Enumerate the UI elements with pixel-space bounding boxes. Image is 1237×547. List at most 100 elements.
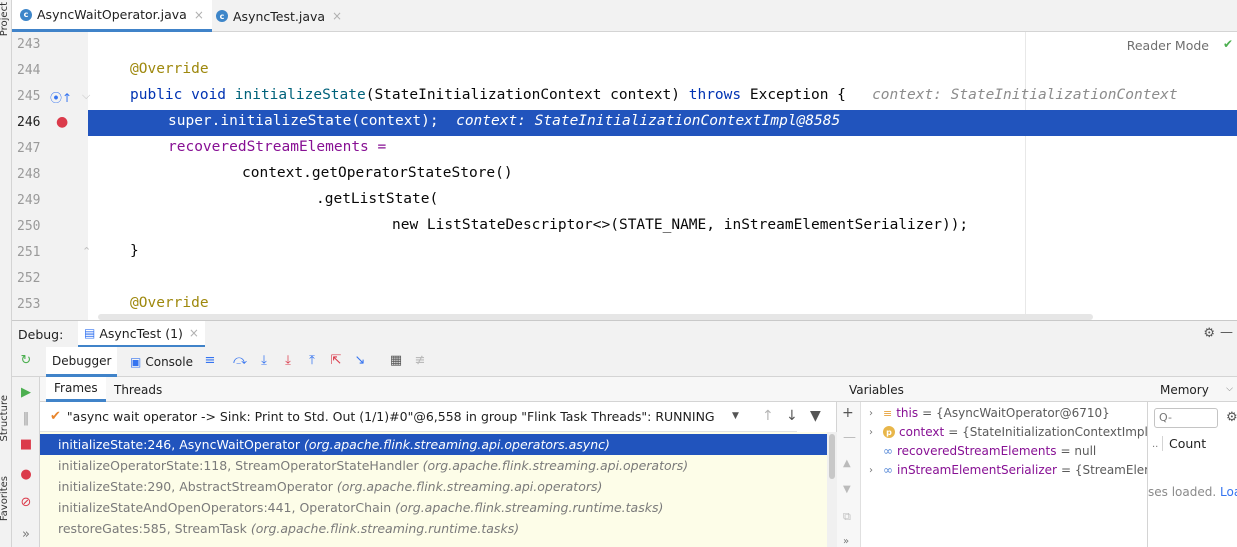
line-number: 246 xyxy=(17,115,41,130)
frames-scrollbar[interactable] xyxy=(827,432,837,547)
remove-watch-icon[interactable]: — xyxy=(843,430,856,445)
trace-icon[interactable]: ≢ xyxy=(412,353,428,369)
line-number: 249 xyxy=(17,193,41,208)
frame-item[interactable]: initializeOperatorState:118, StreamOpera… xyxy=(40,455,827,476)
filter-icon[interactable]: ▼ xyxy=(810,408,821,424)
tab-threads[interactable]: Threads xyxy=(106,377,170,402)
frame-item[interactable]: restoreGates:585, StreamTask (org.apache… xyxy=(40,518,827,539)
tab-console[interactable]: ▣ Console xyxy=(124,347,199,377)
copy-icon[interactable]: ⧉ xyxy=(843,510,851,524)
tab-label: Debugger xyxy=(52,353,112,368)
move-down-icon[interactable]: ▼ xyxy=(843,484,851,495)
tab-asynctest[interactable]: c AsyncTest.java × xyxy=(208,0,350,32)
chevron-down-icon[interactable]: ⌵ xyxy=(1226,384,1233,394)
arrow-down-icon[interactable]: ↓ xyxy=(786,408,798,424)
code-editor[interactable]: 243 244 @Override 245 ⦿↑ ⌵ public void i… xyxy=(12,32,1237,320)
variables-actions: + — ▲ ▼ ⧉ » xyxy=(837,402,861,547)
chevron-right-icon[interactable]: › xyxy=(869,408,879,419)
left-tool-strip: Project Structure Favorites xyxy=(0,0,12,547)
code-text: .getListState( xyxy=(316,191,439,207)
close-icon[interactable]: × xyxy=(189,326,199,340)
code-line: 251 ⌃ } xyxy=(12,240,1237,266)
console-icon: ▣ xyxy=(130,355,142,369)
frames-list: initializeState:246, AsyncWaitOperator (… xyxy=(40,432,827,547)
tab-frames[interactable]: Frames xyxy=(46,377,106,402)
load-classes-link[interactable]: Loa xyxy=(1220,485,1237,499)
frame-item[interactable]: initializeState:290, AbstractStreamOpera… xyxy=(40,476,827,497)
rerun-icon[interactable]: ↻ xyxy=(18,353,34,369)
memory-search-input[interactable]: Q- xyxy=(1154,408,1218,428)
run-to-cursor-icon[interactable]: ↘ xyxy=(352,353,368,369)
code-text: new ListStateDescriptor<>(STATE_NAME, in… xyxy=(392,217,969,233)
code-line: 247 recoveredStreamElements = xyxy=(12,136,1237,162)
variable-row[interactable]: › p context = {StateInitializationContex… xyxy=(869,423,1147,441)
gear-icon[interactable]: ⚙ xyxy=(1226,410,1237,425)
breakpoint-icon[interactable]: ● xyxy=(56,114,68,130)
evaluate-expression-icon[interactable]: ▦ xyxy=(388,353,404,369)
scroll-thumb[interactable] xyxy=(829,434,835,479)
stop-icon[interactable]: ■ xyxy=(18,437,34,453)
tab-debugger[interactable]: Debugger xyxy=(46,347,118,377)
reader-mode-button[interactable]: Reader Mode xyxy=(1127,38,1209,53)
view-breakpoints-icon[interactable]: ● xyxy=(18,467,34,483)
gear-icon[interactable]: ⚙ xyxy=(1203,326,1215,341)
check-icon: ✔ xyxy=(50,409,61,424)
code-text: @Override xyxy=(130,295,209,311)
chevron-right-icon[interactable]: › xyxy=(869,427,879,438)
line-number: 251 xyxy=(17,245,41,260)
drop-frame-icon[interactable]: ⇱ xyxy=(328,353,344,369)
add-watch-icon[interactable]: + xyxy=(842,405,854,421)
tab-label: Threads xyxy=(114,382,163,397)
code-text: super.initializeState(context); context:… xyxy=(168,113,841,129)
tab-label: AsyncWaitOperator.java xyxy=(37,7,187,22)
step-out-icon[interactable]: ⤒ xyxy=(304,353,320,369)
chevron-right-icon[interactable]: › xyxy=(869,465,879,476)
debug-session-tab[interactable]: ▤ AsyncTest (1) × xyxy=(78,321,205,348)
fold-icon[interactable]: ⌃ xyxy=(82,245,91,258)
step-into-icon[interactable]: ⤓ xyxy=(280,353,296,369)
session-label: AsyncTest (1) xyxy=(99,325,183,341)
code-text: public void initializeState(StateInitial… xyxy=(130,87,1178,103)
move-up-icon[interactable]: ▲ xyxy=(843,458,851,469)
more-icon[interactable]: » xyxy=(843,536,849,547)
tab-asyncwaitoperator[interactable]: c AsyncWaitOperator.java × xyxy=(12,0,212,32)
resume-icon[interactable]: ▶ xyxy=(18,385,34,401)
count-column-header[interactable]: Count xyxy=(1162,436,1206,451)
variable-row[interactable]: › ≡ this = {AsyncWaitOperator@6710} xyxy=(869,404,1110,422)
minimize-icon[interactable]: — xyxy=(1220,325,1233,340)
frames-tab-bar: Frames Threads xyxy=(40,377,837,402)
frame-item[interactable]: initializeStateAndOpenOperators:441, Ope… xyxy=(40,497,827,518)
frame-item[interactable]: initializeState:246, AsyncWaitOperator (… xyxy=(40,434,827,455)
current-execution-line: 246 ● super.initializeState(context); co… xyxy=(12,110,1237,136)
fold-icon[interactable]: ⌵ xyxy=(82,89,90,103)
variable-row[interactable]: ∞ recoveredStreamElements = null xyxy=(869,442,1096,460)
step-over-icon[interactable]: ⤓ xyxy=(256,353,272,369)
code-line: 252 xyxy=(12,266,1237,292)
inline-hint: context: StateInitializationContext xyxy=(872,87,1178,103)
chevron-down-icon[interactable]: ▼ xyxy=(732,411,739,421)
variables-header: Variables xyxy=(837,377,1148,402)
variable-row[interactable]: › ∞ inStreamElementSerializer = {StreamE… xyxy=(869,461,1147,479)
watch-icon: ∞ xyxy=(883,463,893,477)
code-line: 249 .getListState( xyxy=(12,188,1237,214)
tab-memory[interactable]: Memory ⌵ xyxy=(1148,377,1237,402)
debug-tool-window-header: Debug: ▤ AsyncTest (1) × ⚙ — xyxy=(12,320,1237,348)
override-marker-icon[interactable]: ⦿↑ xyxy=(50,89,72,106)
java-class-icon: c xyxy=(20,8,32,21)
close-icon[interactable]: × xyxy=(194,8,204,22)
code-text: } xyxy=(130,243,139,259)
debugger-toolbar: ↻ Debugger ▣ Console ≡ ⤼ ⤓ ⤓ ⤒ ⇱ ↘ ▦ ≢ xyxy=(12,347,1237,377)
run-config-icon: ▤ xyxy=(84,326,96,340)
line-number: 243 xyxy=(17,37,41,52)
menu-lines-icon[interactable]: ≡ xyxy=(202,353,218,369)
close-icon[interactable]: × xyxy=(332,9,342,23)
memory-title: Memory xyxy=(1160,383,1209,397)
check-icon: ✔ xyxy=(1222,37,1233,51)
code-text: context.getOperatorStateStore() xyxy=(242,165,513,181)
show-execution-point-icon[interactable]: ⤼ xyxy=(232,353,248,369)
pause-icon[interactable]: ‖ xyxy=(18,411,34,427)
more-icon[interactable]: » xyxy=(18,527,34,543)
arrow-up-icon[interactable]: ↑ xyxy=(762,408,774,424)
thread-selector[interactable]: ✔ "async wait operator -> Sink: Print to… xyxy=(40,402,797,432)
mute-breakpoints-icon[interactable]: ⊘ xyxy=(18,495,34,511)
